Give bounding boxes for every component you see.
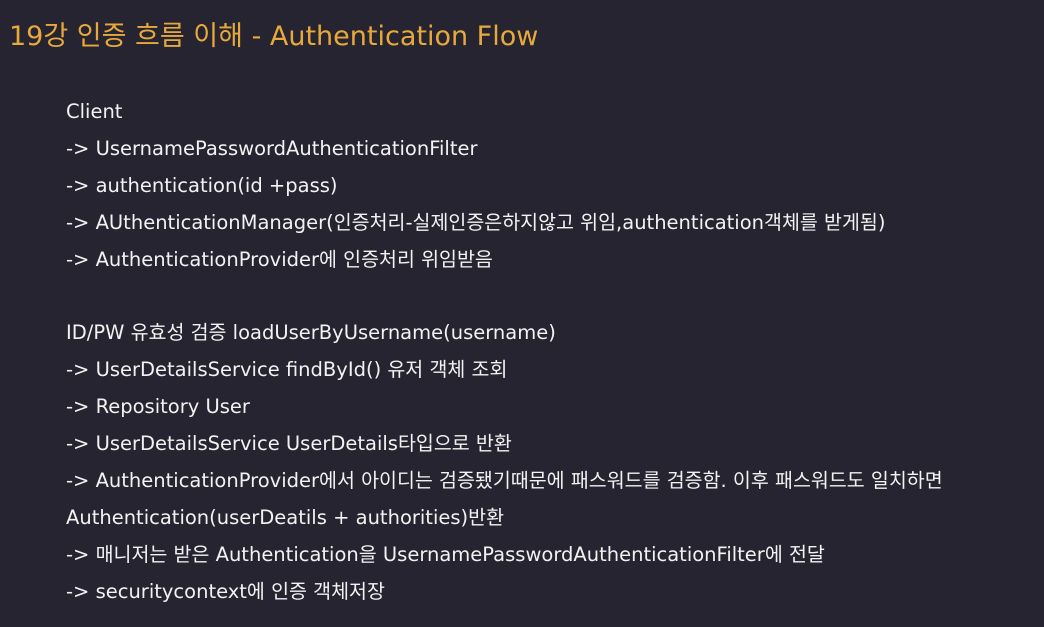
page-title: 19강 인증 흐름 이해 - Authentication Flow [9, 21, 539, 52]
flow-line: ID/PW 유효성 검증 loadUserByUsername(username… [66, 321, 556, 344]
flow-line: -> UserDetailsService findById() 유저 객체 조… [66, 358, 508, 381]
flow-line: -> AUthenticationManager(인증처리-실제인증은하지않고 … [66, 211, 886, 234]
flow-line: -> UsernamePasswordAuthenticationFilter [66, 137, 478, 160]
flow-line: Client [66, 100, 123, 123]
flow-line: -> UserDetailsService UserDetails타입으로 반환 [66, 432, 512, 455]
flow-line: -> AuthenticationProvider에 인증처리 위임받음 [66, 248, 493, 271]
flow-line: -> 매니저는 받은 Authentication을 UsernamePassw… [66, 543, 825, 566]
flow-line: Authentication(userDeatils + authorities… [66, 506, 505, 529]
flow-line: -> securitycontext에 인증 객체저장 [66, 580, 385, 603]
flow-notes: Client -> UsernamePasswordAuthentication… [66, 98, 1036, 615]
flow-line: -> authentication(id +pass) [66, 174, 338, 197]
flow-line: -> Repository User [66, 395, 250, 418]
flow-line: -> AuthenticationProvider에서 아이디는 검증됐기때문에… [66, 469, 943, 492]
